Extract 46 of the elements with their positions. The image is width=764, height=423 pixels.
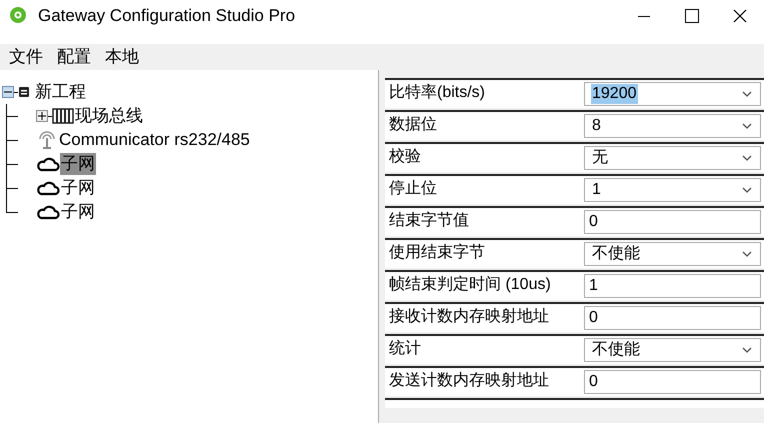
maximize-icon xyxy=(685,9,699,23)
gear-icon xyxy=(8,6,28,26)
input-field[interactable]: 0 xyxy=(584,306,761,330)
property-label: 校验 xyxy=(388,147,422,167)
tree-item-label[interactable]: 现场总线 xyxy=(74,105,144,127)
expander-icon[interactable] xyxy=(2,86,14,98)
expander-icon[interactable] xyxy=(36,110,48,122)
input-field[interactable]: 1 xyxy=(584,274,761,298)
cloud-icon xyxy=(36,180,60,196)
property-label: 比特率(bits/s) xyxy=(388,82,486,103)
property-label: 数据位 xyxy=(388,115,438,135)
property-label: 帧结束判定时间 (10us) xyxy=(388,274,552,295)
dropdown[interactable]: 19200 xyxy=(584,82,761,106)
menu-item[interactable]: 文件 xyxy=(2,44,50,70)
tree-item-label[interactable]: 子网 xyxy=(60,153,96,175)
menu-item[interactable]: 配置 xyxy=(50,44,98,70)
database-icon xyxy=(18,86,30,98)
tree-item-label[interactable]: 新工程 xyxy=(34,81,87,103)
dropdown[interactable]: 8 xyxy=(584,114,761,138)
close-icon xyxy=(733,9,747,23)
window-title: Gateway Configuration Studio Pro xyxy=(38,5,296,28)
property-label: 接收计数内存映射地址 xyxy=(388,306,550,327)
property-label: 使用结束字节 xyxy=(388,242,486,263)
chevron-down-icon xyxy=(742,187,752,193)
property-label: 发送计数内存映射地址 xyxy=(388,370,550,391)
cloud-icon xyxy=(36,204,60,220)
chevron-down-icon xyxy=(742,251,752,257)
dropdown[interactable]: 不使能 xyxy=(584,242,761,266)
tree-item-label[interactable]: 子网 xyxy=(60,177,96,199)
dropdown[interactable]: 不使能 xyxy=(584,338,761,362)
tree-item-label[interactable]: Communicator rs232/485 xyxy=(58,129,251,151)
property-label: 统计 xyxy=(388,338,422,359)
chevron-down-icon xyxy=(742,123,752,129)
chevron-down-icon xyxy=(742,347,752,353)
cloud-icon xyxy=(36,156,60,172)
chevron-down-icon xyxy=(742,91,752,97)
dropdown[interactable]: 1 xyxy=(584,178,761,202)
property-label: 停止位 xyxy=(388,178,438,199)
tree-item-label[interactable]: 子网 xyxy=(60,201,96,223)
chevron-down-icon xyxy=(742,155,752,161)
menu-item[interactable]: 本地 xyxy=(98,44,146,70)
dropdown[interactable]: 无 xyxy=(584,146,761,170)
input-field[interactable]: 0 xyxy=(584,370,761,394)
property-label: 结束字节值 xyxy=(388,210,470,231)
input-field[interactable]: 0 xyxy=(584,210,761,234)
rack-icon xyxy=(52,107,74,125)
